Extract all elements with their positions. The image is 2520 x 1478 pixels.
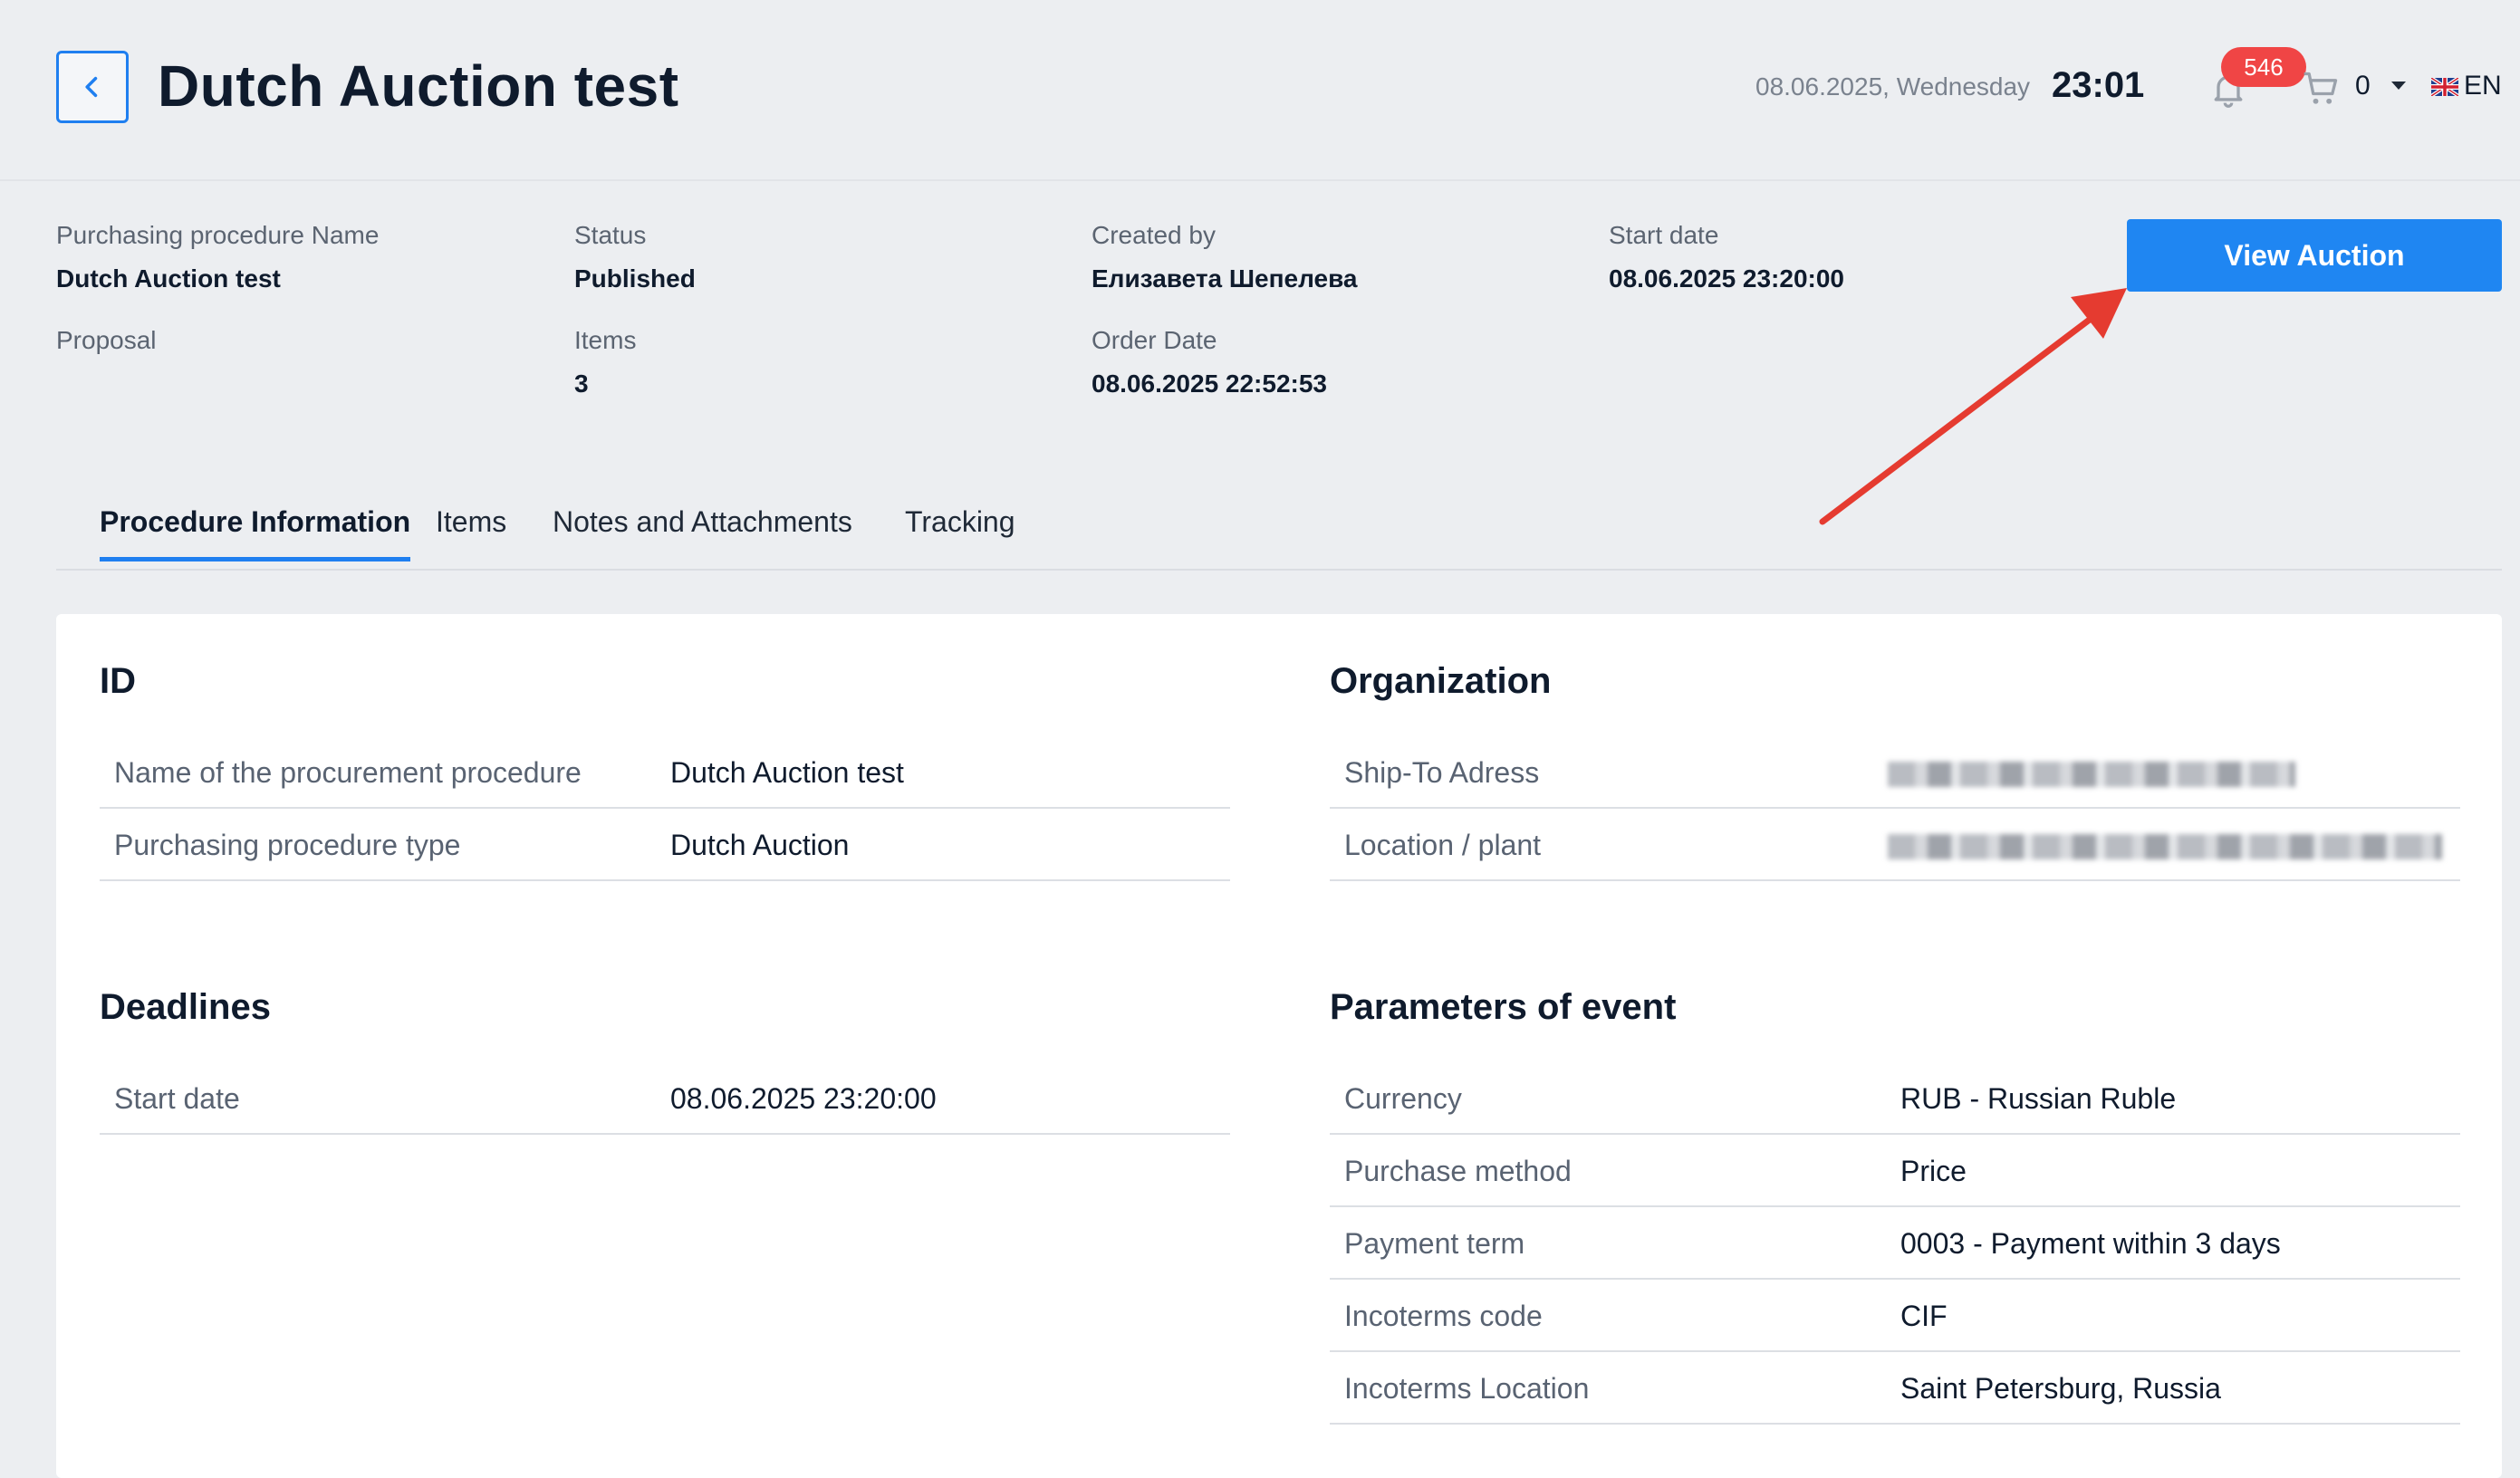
row-label: Purchasing procedure type xyxy=(114,829,461,861)
back-button[interactable] xyxy=(56,51,129,123)
items-count-value: 3 xyxy=(574,370,589,398)
table-row: Purchase method Price xyxy=(1330,1135,2460,1207)
items-count-label: Items xyxy=(574,326,637,354)
page-title: Dutch Auction test xyxy=(158,53,679,119)
row-value: 08.06.2025 23:20:00 xyxy=(670,1082,937,1115)
row-value: 0003 - Payment within 3 days xyxy=(1900,1227,2281,1260)
procedure-information-card: ID Name of the procurement procedure Dut… xyxy=(56,614,2502,1478)
row-label: Incoterms Location xyxy=(1344,1372,1590,1405)
chevron-left-icon xyxy=(85,76,98,98)
view-auction-button[interactable]: View Auction xyxy=(2127,219,2502,292)
table-row: Location / plant xyxy=(1330,809,2460,881)
redacted-value xyxy=(1888,762,2295,787)
notification-badge[interactable]: 546 xyxy=(2221,47,2306,87)
uk-flag-icon[interactable] xyxy=(2431,78,2458,96)
row-label: Start date xyxy=(114,1082,240,1115)
row-value: Price xyxy=(1900,1155,1967,1187)
table-row: Purchasing procedure type Dutch Auction xyxy=(100,809,1230,881)
created-by-value: Елизавета Шепелева xyxy=(1092,264,1358,293)
id-section-title: ID xyxy=(100,661,136,701)
chevron-down-icon[interactable] xyxy=(2391,82,2406,90)
table-row: Name of the procurement procedure Dutch … xyxy=(100,736,1230,809)
proposal-label: Proposal xyxy=(56,326,157,354)
tab-notes-and-attachments[interactable]: Notes and Attachments xyxy=(553,505,852,557)
current-time: 23:01 xyxy=(2052,65,2145,105)
row-label: Incoterms code xyxy=(1344,1300,1543,1332)
procedure-name-label: Purchasing procedure Name xyxy=(56,221,380,249)
order-date-value: 08.06.2025 22:52:53 xyxy=(1092,370,1327,398)
row-label: Location / plant xyxy=(1344,829,1542,861)
redacted-value xyxy=(1888,834,2442,859)
tab-items[interactable]: Items xyxy=(436,505,506,557)
tab-tracking[interactable]: Tracking xyxy=(905,505,1015,557)
table-row: Payment term 0003 - Payment within 3 day… xyxy=(1330,1207,2460,1280)
row-value: Dutch Auction xyxy=(670,829,850,861)
procedure-name-value: Dutch Auction test xyxy=(56,264,281,293)
tab-procedure-information[interactable]: Procedure Information xyxy=(100,505,411,561)
tab-bar: Procedure Information Items Notes and At… xyxy=(56,489,2502,571)
status-value: Published xyxy=(574,264,696,293)
row-value: CIF xyxy=(1900,1300,1948,1332)
table-row: Incoterms code CIF xyxy=(1330,1280,2460,1352)
created-by-label: Created by xyxy=(1092,221,1216,249)
row-label: Currency xyxy=(1344,1082,1462,1115)
table-row: Ship-To Adress xyxy=(1330,736,2460,809)
cart-icon[interactable] xyxy=(2301,69,2341,109)
table-row: Start date 08.06.2025 23:20:00 xyxy=(100,1062,1230,1135)
row-label: Purchase method xyxy=(1344,1155,1572,1187)
deadlines-section-title: Deadlines xyxy=(100,987,271,1027)
start-date-label: Start date xyxy=(1609,221,1719,249)
row-value: RUB - Russian Ruble xyxy=(1900,1082,2177,1115)
current-date: 08.06.2025, Wednesday xyxy=(1755,72,2031,101)
cart-count: 0 xyxy=(2355,71,2371,101)
row-label: Name of the procurement procedure xyxy=(114,756,582,789)
row-value: Dutch Auction test xyxy=(670,756,904,789)
order-date-label: Order Date xyxy=(1092,326,1217,354)
language-selector[interactable]: EN xyxy=(2464,71,2502,101)
table-row: Incoterms Location Saint Petersburg, Rus… xyxy=(1330,1352,2460,1425)
row-label: Ship-To Adress xyxy=(1344,756,1540,789)
status-label: Status xyxy=(574,221,647,249)
table-row: Currency RUB - Russian Ruble xyxy=(1330,1062,2460,1135)
parameters-section-title: Parameters of event xyxy=(1330,987,1677,1027)
organization-section-title: Organization xyxy=(1330,661,1552,701)
row-label: Payment term xyxy=(1344,1227,1525,1260)
top-header: Dutch Auction test 08.06.2025, Wednesday… xyxy=(0,0,2520,181)
row-value: Saint Petersburg, Russia xyxy=(1900,1372,2221,1405)
